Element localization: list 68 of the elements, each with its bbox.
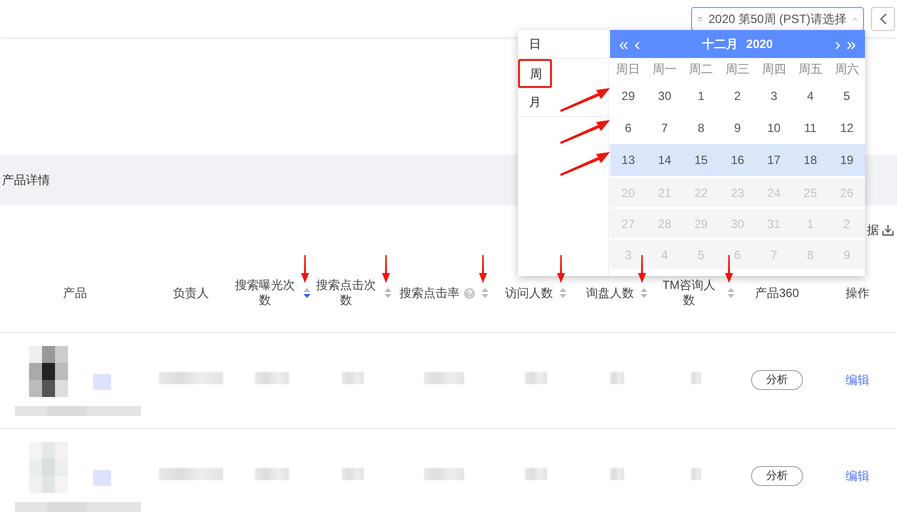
column-header: 访问人数 (505, 286, 553, 301)
calendar-day[interactable]: 15 (682, 151, 720, 169)
column-header: 搜索曝光次数 (234, 278, 296, 308)
column-header: 操作 (846, 286, 870, 301)
blurred-text (342, 468, 364, 480)
calendar-week[interactable]: 29 30 1 2 3 4 5 (610, 80, 865, 112)
blurred-text (424, 468, 464, 480)
section-title: 产品详情 (2, 172, 50, 189)
blurred-text (342, 372, 364, 384)
calendar-day[interactable]: 2 (719, 87, 756, 105)
calendar-day[interactable]: 29 (610, 87, 646, 105)
calendar-day[interactable]: 10 (756, 119, 792, 137)
calendar-day[interactable]: 11 (792, 119, 829, 137)
calendar-day[interactable]: 6 (610, 119, 646, 137)
column-header: 询盘人数 (586, 286, 634, 301)
calendar-day[interactable]: 4 (792, 87, 829, 105)
column-header: 搜索点击次数 (315, 278, 377, 308)
blurred-text (525, 372, 547, 384)
column-header: 搜索点击率 (400, 286, 460, 301)
calendar-day[interactable]: 3 (756, 87, 792, 105)
period-option[interactable]: 周 (518, 59, 552, 88)
blurred-text (255, 372, 289, 384)
blurred-text (159, 468, 223, 480)
weekday-label: 周四 (760, 61, 787, 78)
blurred-text (691, 372, 701, 384)
edit-link[interactable]: 编辑 (846, 373, 870, 387)
analyze-button[interactable]: 分析 (751, 466, 803, 486)
calendar-day[interactable]: 16 (719, 151, 756, 169)
blurred-text (159, 372, 223, 384)
edit-link[interactable]: 编辑 (846, 469, 870, 483)
analyze-button[interactable]: 分析 (751, 370, 803, 390)
column-header: 产品360 (754, 286, 800, 301)
column-header: 负责人 (173, 286, 209, 301)
calendar-day[interactable]: 30 (646, 87, 683, 105)
blurred-text (255, 468, 289, 480)
blurred-text (691, 468, 701, 480)
calendar-week[interactable]: 6 7 8 9 10 11 12 (610, 112, 865, 144)
chevron-left-icon (879, 12, 887, 24)
column-header: TM咨询人数 (661, 278, 717, 308)
weekday-label: 周六 (834, 61, 860, 78)
download-label[interactable]: 据 (867, 221, 879, 239)
calendar-day[interactable]: 17 (756, 151, 792, 169)
calendar-day[interactable]: 18 (792, 151, 829, 169)
blurred-text (424, 372, 464, 384)
blurred-text (610, 468, 624, 480)
calendar-day[interactable]: 19 (828, 151, 865, 169)
calendar-day[interactable]: 7 (646, 119, 683, 137)
blurred-text (610, 372, 624, 384)
weekday-label: 周五 (797, 61, 824, 78)
calendar-day[interactable]: 1 (682, 87, 720, 105)
calendar-day[interactable]: 9 (719, 119, 756, 137)
calendar-day[interactable]: 14 (646, 151, 683, 169)
calendar-day[interactable]: 13 (610, 151, 646, 169)
weekday-label: 周一 (652, 61, 678, 78)
calendar-day[interactable]: 8 (682, 119, 720, 137)
calendar-day[interactable]: 5 (828, 87, 865, 105)
date-picker[interactable]: 2020 第50周 (PST)请选择 (691, 6, 864, 30)
period-option[interactable]: 日 (519, 30, 607, 59)
download-icon[interactable] (882, 224, 894, 236)
column-header: 产品 (63, 286, 87, 301)
blurred-text (525, 468, 547, 480)
weekday-label: 周三 (724, 61, 750, 78)
sort-icon[interactable] (303, 287, 311, 300)
calendar-week[interactable]: 13 14 15 16 17 18 19 (610, 144, 865, 176)
weekday-label: 周二 (688, 61, 714, 78)
previous-button[interactable] (871, 6, 895, 30)
calendar-day[interactable]: 12 (828, 119, 865, 137)
weekday-label: 周日 (615, 61, 642, 78)
